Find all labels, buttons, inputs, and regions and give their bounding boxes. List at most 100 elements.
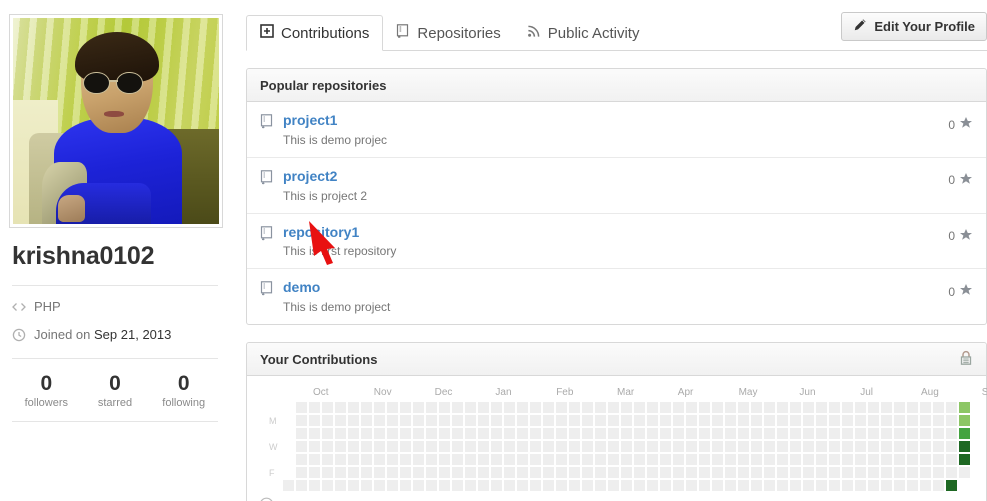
repository-name-link[interactable]: project2 [283, 168, 367, 185]
contribution-day-cell[interactable] [439, 480, 450, 492]
contribution-day-cell[interactable] [764, 480, 775, 492]
contribution-day-cell[interactable] [465, 467, 476, 479]
contribution-day-cell[interactable] [530, 454, 541, 466]
contribution-day-cell[interactable] [803, 441, 814, 453]
contribution-day-cell[interactable] [855, 441, 866, 453]
contribution-day-cell[interactable] [894, 402, 905, 414]
contribution-day-cell[interactable] [907, 402, 918, 414]
contribution-day-cell[interactable] [530, 467, 541, 479]
contribution-day-cell[interactable] [361, 402, 372, 414]
contribution-day-cell[interactable] [309, 454, 320, 466]
contribution-day-cell[interactable] [816, 428, 827, 440]
contribution-day-cell[interactable] [361, 467, 372, 479]
contribution-day-cell[interactable] [751, 454, 762, 466]
contribution-day-cell[interactable] [647, 454, 658, 466]
contribution-day-cell[interactable] [894, 428, 905, 440]
contribution-day-cell[interactable] [738, 467, 749, 479]
contribution-day-cell[interactable] [335, 415, 346, 427]
contribution-day-cell[interactable] [673, 428, 684, 440]
repository-name-link[interactable]: repository1 [283, 224, 396, 241]
contribution-day-cell[interactable] [478, 467, 489, 479]
contribution-day-cell[interactable] [764, 467, 775, 479]
contribution-day-cell[interactable] [699, 428, 710, 440]
contribution-day-cell[interactable] [569, 441, 580, 453]
contribution-day-cell[interactable] [686, 454, 697, 466]
contribution-day-cell[interactable] [868, 402, 879, 414]
repository-star-count[interactable]: 0 [948, 172, 973, 189]
contribution-day-cell[interactable] [959, 402, 970, 414]
contribution-day-cell[interactable] [881, 480, 892, 492]
contribution-day-cell[interactable] [335, 402, 346, 414]
contribution-day-cell[interactable] [426, 454, 437, 466]
contribution-day-cell[interactable] [569, 467, 580, 479]
contribution-day-cell[interactable] [621, 480, 632, 492]
contribution-day-cell[interactable] [413, 415, 424, 427]
contribution-day-cell[interactable] [881, 415, 892, 427]
contribution-day-cell[interactable] [946, 402, 957, 414]
contribution-day-cell[interactable] [387, 428, 398, 440]
contribution-day-cell[interactable] [634, 428, 645, 440]
contribution-day-cell[interactable] [504, 428, 515, 440]
contribution-day-cell[interactable] [933, 467, 944, 479]
contribution-day-cell[interactable] [777, 454, 788, 466]
contribution-day-cell[interactable] [400, 402, 411, 414]
contribution-day-cell[interactable] [907, 467, 918, 479]
contribution-day-cell[interactable] [933, 480, 944, 492]
contribution-day-cell[interactable] [374, 428, 385, 440]
contribution-day-cell[interactable] [517, 428, 528, 440]
contribution-day-cell[interactable] [478, 480, 489, 492]
contribution-day-cell[interactable] [894, 441, 905, 453]
contribution-day-cell[interactable] [374, 454, 385, 466]
contribution-day-cell[interactable] [296, 467, 307, 479]
contribution-day-cell[interactable] [478, 454, 489, 466]
contribution-day-cell[interactable] [478, 415, 489, 427]
contribution-day-cell[interactable] [803, 415, 814, 427]
contribution-day-cell[interactable] [322, 415, 333, 427]
contribution-day-cell[interactable] [452, 415, 463, 427]
contribution-day-cell[interactable] [621, 467, 632, 479]
contribution-day-cell[interactable] [803, 480, 814, 492]
contribution-day-cell[interactable] [907, 480, 918, 492]
contribution-day-cell[interactable] [439, 467, 450, 479]
contribution-day-cell[interactable] [842, 415, 853, 427]
contribution-day-cell[interactable] [933, 402, 944, 414]
contribution-day-cell[interactable] [855, 428, 866, 440]
contribution-day-cell[interactable] [647, 480, 658, 492]
contribution-day-cell[interactable] [634, 467, 645, 479]
contribution-day-cell[interactable] [920, 480, 931, 492]
contribution-day-cell[interactable] [582, 441, 593, 453]
contribution-day-cell[interactable] [881, 402, 892, 414]
contribution-day-cell[interactable] [764, 441, 775, 453]
contribution-day-cell[interactable] [894, 480, 905, 492]
contribution-day-cell[interactable] [959, 441, 970, 453]
contribution-day-cell[interactable] [413, 454, 424, 466]
contribution-day-cell[interactable] [569, 480, 580, 492]
contribution-day-cell[interactable] [959, 467, 970, 479]
contribution-day-cell[interactable] [530, 480, 541, 492]
contribution-day-cell[interactable] [673, 480, 684, 492]
contribution-day-cell[interactable] [387, 480, 398, 492]
contribution-day-cell[interactable] [712, 480, 723, 492]
contribution-day-cell[interactable] [686, 467, 697, 479]
contribution-day-cell[interactable] [946, 428, 957, 440]
contribution-day-cell[interactable] [725, 454, 736, 466]
contribution-day-cell[interactable] [556, 441, 567, 453]
stat-followers[interactable]: 0 followers [12, 372, 81, 409]
contribution-day-cell[interactable] [660, 428, 671, 440]
contribution-day-cell[interactable] [842, 454, 853, 466]
contribution-day-cell[interactable] [452, 441, 463, 453]
contribution-day-cell[interactable] [712, 428, 723, 440]
contribution-day-cell[interactable] [777, 415, 788, 427]
contribution-day-cell[interactable] [660, 454, 671, 466]
tab-contributions[interactable]: Contributions [246, 15, 384, 51]
contribution-day-cell[interactable] [556, 480, 567, 492]
contribution-day-cell[interactable] [803, 467, 814, 479]
contribution-day-cell[interactable] [816, 454, 827, 466]
contribution-day-cell[interactable] [491, 454, 502, 466]
contribution-day-cell[interactable] [829, 480, 840, 492]
contribution-day-cell[interactable] [660, 480, 671, 492]
contribution-day-cell[interactable] [725, 415, 736, 427]
contribution-day-cell[interactable] [829, 454, 840, 466]
contribution-day-cell[interactable] [504, 402, 515, 414]
contribution-day-cell[interactable] [348, 467, 359, 479]
